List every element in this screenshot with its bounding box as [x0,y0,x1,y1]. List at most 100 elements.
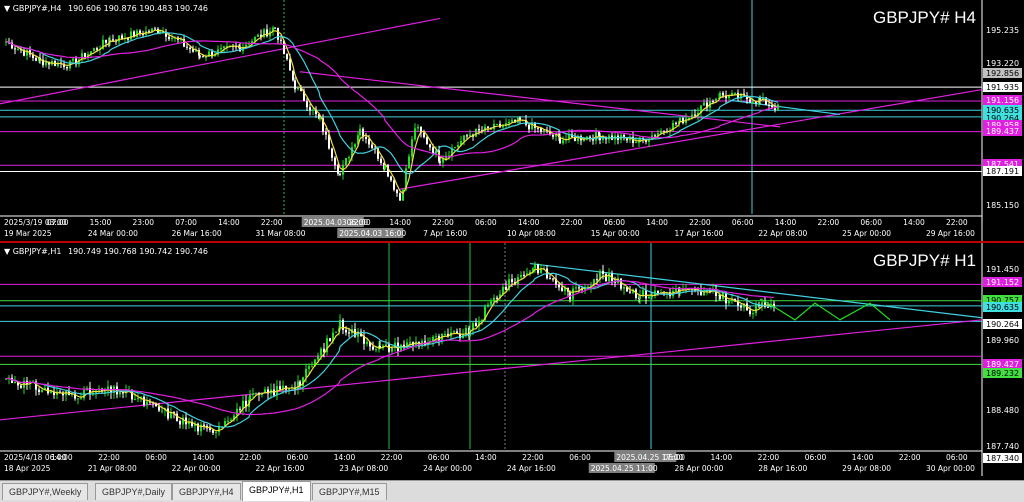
candle-body [223,46,225,48]
candle-body [558,284,560,288]
candle-body [80,398,82,400]
candle-body [236,408,238,416]
h4-chart-pane[interactable]: 195.235 193.220 192.856 191.935 191.156 190.6… [0,0,1024,242]
candle-body [502,125,504,128]
candle-body [728,300,730,304]
time-label-top-17: 06:00 [732,218,754,227]
candle-body [203,424,205,426]
time-label-bottom-3: 31 Mar 08:00 [255,229,305,238]
candle-body [312,109,314,111]
candle-body [703,102,705,106]
time-label-top-10: 22:00 [432,218,454,227]
tab-m15[interactable]: GBPJPY#,M15 [312,483,387,500]
candle-body [38,389,40,392]
h1-big-label: GBPJPY# H1 [873,251,976,270]
candle-body [274,27,276,29]
time-label-top-15: 14:00 [711,453,733,462]
candle-body [339,173,341,175]
candle-body [158,406,160,411]
candle-body [423,132,425,138]
time-label-bottom-11: 30 Apr 00:00 [926,464,975,473]
candle-body [511,279,513,283]
candle-body [534,264,536,269]
time-label-top-4: 14:00 [192,453,214,462]
time-label-top-14: 06:00 [603,218,625,227]
candle-body [391,347,393,352]
candle-body [345,329,347,333]
candle-body [248,44,250,46]
candle-body [642,290,644,296]
candle-body [199,55,201,57]
tab-daily[interactable]: GBPJPY#,Daily [95,483,173,500]
candle-body [45,61,47,66]
candle-body [740,305,742,308]
candle-body [572,288,574,300]
candle-body [439,161,441,163]
candle-body [105,39,107,43]
candle-body [505,286,507,290]
candle-body [215,432,217,434]
h1-chart-pane[interactable]: 191.450 191.152 190.757 190.635 190.264 189.9… [0,243,1024,476]
time-label-top-19: 22:00 [899,453,921,462]
time-label-bottom-5: 7 Apr 16:00 [423,229,467,238]
h1-ohlc: 190.749 190.768 190.742 190.746 [68,247,208,256]
candle-body [466,135,468,137]
time-label-top-6: 22:00 [261,218,283,227]
candle-body [297,381,299,390]
candle-body [189,47,191,50]
h4-price-chart[interactable]: 195.235 193.220192.856 191.935 191.156 190.6… [0,0,1024,242]
candle-body [297,87,299,90]
time-label-bottom-1: 24 Mar 00:00 [88,229,138,238]
candle-body [414,128,416,140]
time-label-top-13: 22:00 [561,218,583,227]
candle-body [442,159,444,163]
candle-body [137,398,139,400]
time-label-top-3: 06:00 [145,453,167,462]
candle-body [475,323,477,327]
candle-body [354,144,356,148]
price-label-8: 189.437 [986,127,1019,136]
candle-body [578,287,580,289]
candle-body [409,342,411,344]
candle-body [35,57,37,61]
price-label-3: 190.635 [986,303,1019,312]
candle-body [540,269,542,274]
h1-price-chart[interactable]: 191.450191.152190.757190.635190.264189.9… [0,243,1024,476]
candle-body [417,126,419,129]
candle-body [77,398,79,400]
candle-body [311,366,313,368]
candle-body [749,310,751,315]
time-label-top-7: 14:00 [334,453,356,462]
time-label-top-6: 06:00 [287,453,309,462]
h1-header: ▼ GBPJPY#,H1 190.749 190.768 190.742 190… [4,247,208,256]
candle-body [334,157,336,166]
candle-body [286,54,288,60]
candle-body [496,123,498,125]
candle-body [96,48,98,50]
candle-body [365,137,367,139]
candle-body [306,100,308,108]
candle-body [257,34,259,37]
time-label-top-12: 06:00 [569,453,591,462]
candle-body [752,101,754,103]
tab-weekly[interactable]: GBPJPY#,Weekly [2,483,89,500]
candle-body [319,118,321,120]
time-label-bottom-2: 26 Mar 16:00 [172,229,222,238]
candle-body [329,338,331,342]
price-label-8: 188.480 [986,406,1019,415]
candle-body [549,278,551,280]
candle-body [682,117,684,124]
time-label-top-20: 06:00 [860,218,882,227]
candle-body [371,144,373,149]
candle-body [390,176,392,181]
time-label-bottom-6: 10 Apr 08:00 [507,229,556,238]
price-label-1: 193.220 [986,59,1019,68]
trend-line-0 [0,17,441,105]
time-label-top-18: 14:00 [775,218,797,227]
candle-body [454,146,456,149]
tab-h1[interactable]: GBPJPY#,H1 [242,481,311,501]
candle-body [648,296,650,299]
tab-h4[interactable]: GBPJPY#,H4 [172,483,241,500]
candle-body [493,297,495,302]
candle-body [143,396,145,405]
